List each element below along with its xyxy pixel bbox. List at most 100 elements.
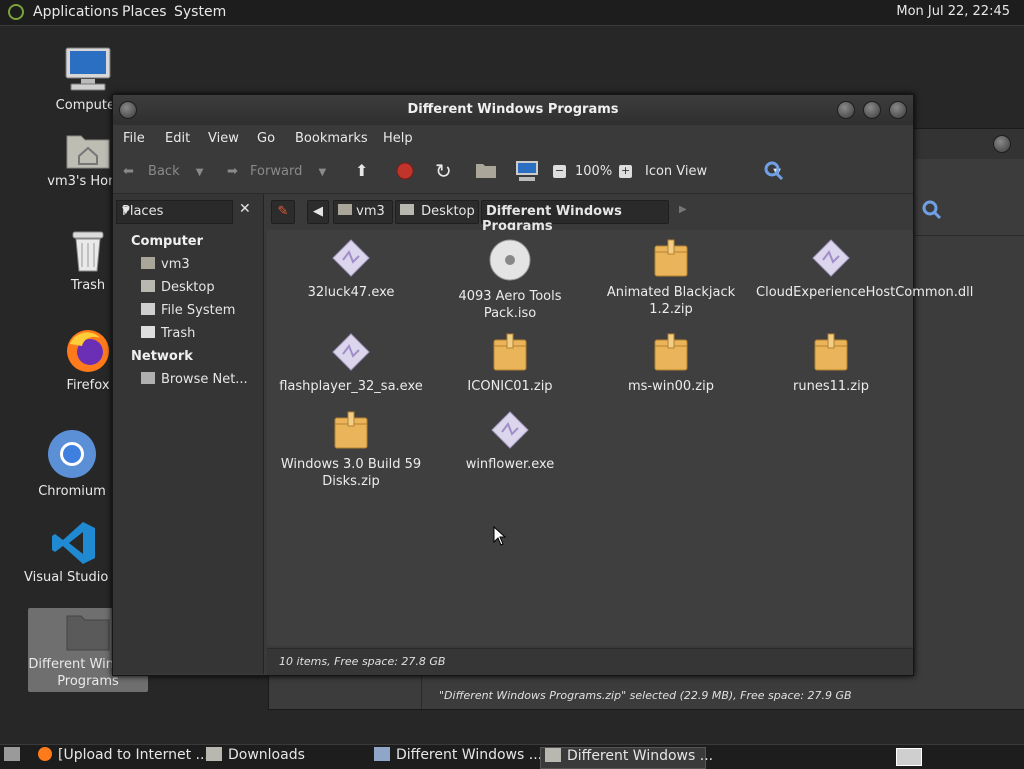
- file-item[interactable]: ms-win00.zip: [596, 332, 746, 395]
- desktop-folder-icon: [400, 204, 414, 215]
- sidebar-item-desktop[interactable]: Desktop: [141, 280, 215, 295]
- menu-go[interactable]: Go: [257, 131, 275, 146]
- sidebar-item-vm3[interactable]: vm3: [141, 257, 190, 272]
- mouse-cursor-icon: [493, 526, 507, 546]
- file-item[interactable]: 4093 Aero Tools Pack.iso: [435, 238, 585, 322]
- desktop-folder-icon: [141, 280, 155, 292]
- search-icon[interactable]: [921, 199, 943, 221]
- executable-icon: [332, 333, 370, 371]
- path-scroll-right-icon[interactable]: ▶: [679, 204, 687, 215]
- show-desktop-button[interactable]: [4, 747, 26, 767]
- file-item[interactable]: ICONIC01.zip: [435, 332, 585, 395]
- folder-icon: [66, 615, 110, 651]
- zip-archive-icon: [654, 239, 688, 277]
- window-maximize-button[interactable]: [863, 101, 881, 119]
- file-item[interactable]: runes11.zip: [756, 332, 906, 395]
- menu-view[interactable]: View: [208, 131, 239, 146]
- file-grid: 32luck47.exe 4093 Aero Tools Pack.iso An…: [267, 230, 973, 646]
- window-titlebar[interactable]: Different Windows Programs: [113, 95, 913, 125]
- reload-icon[interactable]: ↻: [435, 159, 452, 183]
- sidebar-selector[interactable]: Places ▼: [116, 200, 233, 224]
- desktop-icon: [4, 747, 20, 761]
- computer-button[interactable]: [515, 160, 539, 186]
- sidebar-header-computer: Computer: [131, 234, 204, 249]
- sidebar-close-icon[interactable]: ✕: [239, 201, 251, 217]
- file-item[interactable]: CloudExperienceHostCommon.dll: [756, 238, 973, 301]
- search-icon: [764, 161, 784, 181]
- path-scroll-left-button[interactable]: ◀: [307, 200, 329, 224]
- file-item[interactable]: 32luck47.exe: [276, 238, 426, 301]
- menu-edit[interactable]: Edit: [165, 131, 190, 146]
- trash-icon: [141, 326, 155, 338]
- sidebar-header-network: Network: [131, 349, 193, 364]
- network-icon: [141, 372, 155, 384]
- status-bar: 10 items, Free space: 27.8 GB: [267, 648, 913, 675]
- home-folder-icon: [338, 204, 352, 215]
- chevron-down-icon: ▼: [122, 205, 130, 216]
- zoom-in-button[interactable]: +: [619, 163, 632, 178]
- menu-places[interactable]: Places: [122, 4, 167, 20]
- zip-archive-icon: [654, 333, 688, 371]
- path-crumb-desktop[interactable]: Desktop: [395, 200, 479, 224]
- file-manager-window[interactable]: Different Windows Programs File Edit Vie…: [112, 94, 973, 676]
- task-firefox[interactable]: [Upload to Internet ...: [38, 747, 209, 767]
- window-close-button[interactable]: [889, 101, 907, 119]
- task-downloads[interactable]: Downloads: [206, 747, 305, 767]
- window-title: Different Windows Programs: [407, 102, 619, 117]
- window-close-button[interactable]: [993, 135, 1011, 153]
- task-archive-manager[interactable]: Different Windows ...: [374, 747, 542, 767]
- file-item[interactable]: Windows 3.0 Build 59 Disks.zip: [276, 410, 426, 490]
- background-window-status: "Different Windows Programs.zip" selecte…: [439, 689, 852, 702]
- sidebar-item-trash[interactable]: Trash: [141, 326, 195, 341]
- path-bar: ✎ ◀ vm3 Desktop Different Windows Progra…: [267, 194, 913, 234]
- executable-icon: [491, 411, 529, 449]
- stop-button[interactable]: [395, 161, 415, 185]
- menu-help[interactable]: Help: [383, 131, 413, 146]
- file-item[interactable]: Animated Blackjack 1.2.zip: [596, 238, 746, 318]
- path-crumb-current[interactable]: Different Windows Programs: [481, 200, 669, 234]
- path-edit-button[interactable]: ✎: [271, 200, 295, 224]
- task-file-manager[interactable]: Different Windows ...: [540, 747, 713, 769]
- search-button[interactable]: [763, 160, 785, 186]
- menu-applications[interactable]: Applications: [33, 4, 119, 20]
- sidebar-item-browse-network[interactable]: Browse Net...: [141, 372, 248, 387]
- home-folder-icon: [141, 257, 155, 269]
- zoom-out-icon: −: [553, 164, 566, 178]
- trash-icon: [72, 231, 104, 272]
- back-history-dropdown-icon[interactable]: ▼: [196, 167, 204, 178]
- firefox-icon: [38, 747, 52, 761]
- menu-file[interactable]: File: [123, 131, 145, 146]
- executable-icon: [332, 239, 370, 277]
- back-button[interactable]: ⬅ Back ▼: [123, 164, 203, 179]
- status-text: 10 items, Free space: 27.8 GB: [279, 655, 446, 668]
- file-item[interactable]: flashplayer_32_sa.exe: [276, 332, 426, 395]
- forward-history-dropdown-icon[interactable]: ▼: [318, 167, 326, 178]
- drive-icon: [141, 303, 155, 315]
- computer-icon: [65, 47, 111, 91]
- workspace-icon: [896, 748, 922, 766]
- sidebar-item-file-system[interactable]: File System: [141, 303, 235, 318]
- home-button[interactable]: [475, 161, 497, 183]
- distro-logo-icon[interactable]: [8, 4, 24, 20]
- desktop-icon-vscode[interactable]: Visual Studio Code: [24, 520, 124, 585]
- file-item[interactable]: winflower.exe: [435, 410, 585, 473]
- zip-archive-icon: [814, 333, 848, 371]
- path-crumb-vm3[interactable]: vm3: [333, 200, 393, 224]
- workspace-switcher[interactable]: [896, 748, 928, 768]
- view-mode-select[interactable]: Icon View ▼: [645, 164, 781, 179]
- clock[interactable]: Mon Jul 22, 22:45: [896, 4, 1010, 19]
- firefox-icon: [67, 330, 109, 372]
- computer-icon: [516, 161, 538, 181]
- up-icon[interactable]: ⬆: [355, 161, 368, 180]
- desktop-icon-chromium[interactable]: Chromium: [22, 428, 122, 499]
- window-minimize-button[interactable]: [837, 101, 855, 119]
- menu-bookmarks[interactable]: Bookmarks: [295, 131, 368, 146]
- forward-button[interactable]: ➡ Forward ▼: [227, 164, 326, 179]
- taskbar: [Upload to Internet ... Downloads Differ…: [0, 744, 1024, 769]
- menu-system[interactable]: System: [174, 4, 226, 20]
- home-folder-icon: [476, 164, 496, 178]
- zoom-level[interactable]: 100%: [575, 164, 612, 179]
- zoom-out-button[interactable]: −: [553, 163, 566, 178]
- zip-archive-icon: [334, 411, 368, 449]
- archive-manager-icon: [374, 747, 390, 761]
